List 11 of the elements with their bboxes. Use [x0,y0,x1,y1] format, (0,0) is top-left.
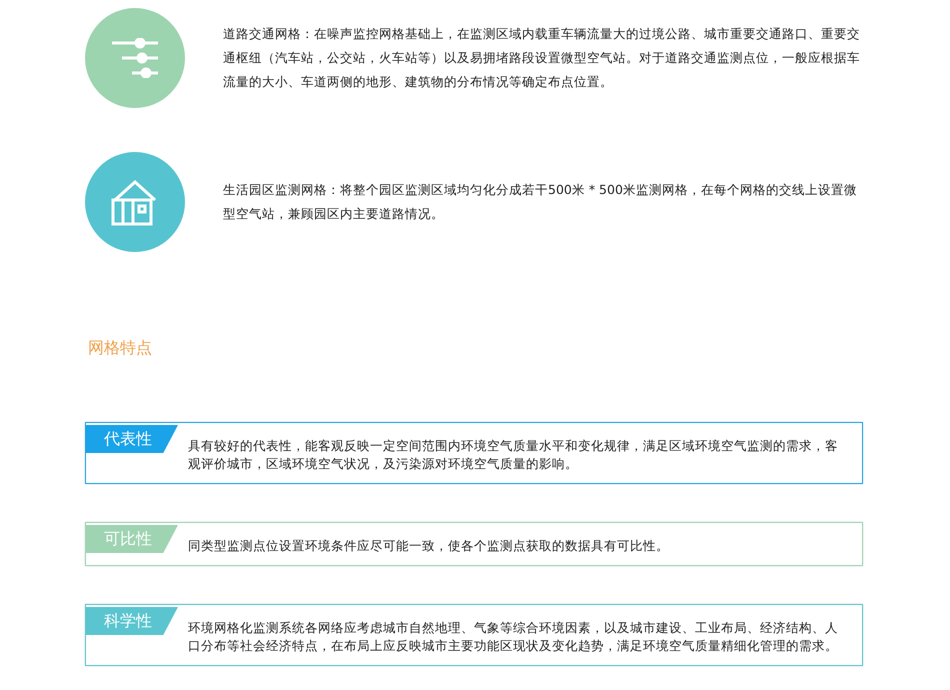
grid-description: 生活园区监测网格：将整个园区监测区域均匀化分成若干500米 * 500米监测网格，在每个网格的交线上设置微型空气站，兼顾园区内主要道路情况。 [223,181,858,223]
sliders-icon [112,38,158,78]
feature-tag: 代表性 [86,425,178,453]
feature-description: 具有较好的代表性，能客观反映一定空间范围内环境空气质量水平和变化规律，满足区域环境空气监测的需求，客观评价城市，区域环境空气状况，及污染源对环境空气质量的影响。 [187,437,839,473]
house-icon [111,178,159,226]
feature-tag: 可比性 [86,525,178,553]
feature-description: 环境网格化监测系统各网络应考虑城市自然地理、气象等综合环境因素，以及城市建设、工业布局、经济结构、人口分布等社会经济特点，在布局上应反映城市主要功能区现状及变化趋势，满足环境空气质量精细化管理的需求。 [187,619,839,655]
feature-tag: 科学性 [86,607,178,635]
section-title: 网格特点 [88,337,153,359]
grid-description: 道路交通网格：在噪声监控网格基础上，在监测区域内载重车辆流量大的过境公路、城市重要交通路口、重要交通枢纽（汽车站，公交站，火车站等）以及易拥堵路段设置微型空气站。对于道路交通监测点位，一般应根据车流量的大小、车道两侧的地形、建筑物的分布情况等确定布点位置。 [223,25,861,91]
feature-description: 同类型监测点位设置环境条件应尽可能一致，使各个监测点获取的数据具有可比性。 [187,537,670,555]
